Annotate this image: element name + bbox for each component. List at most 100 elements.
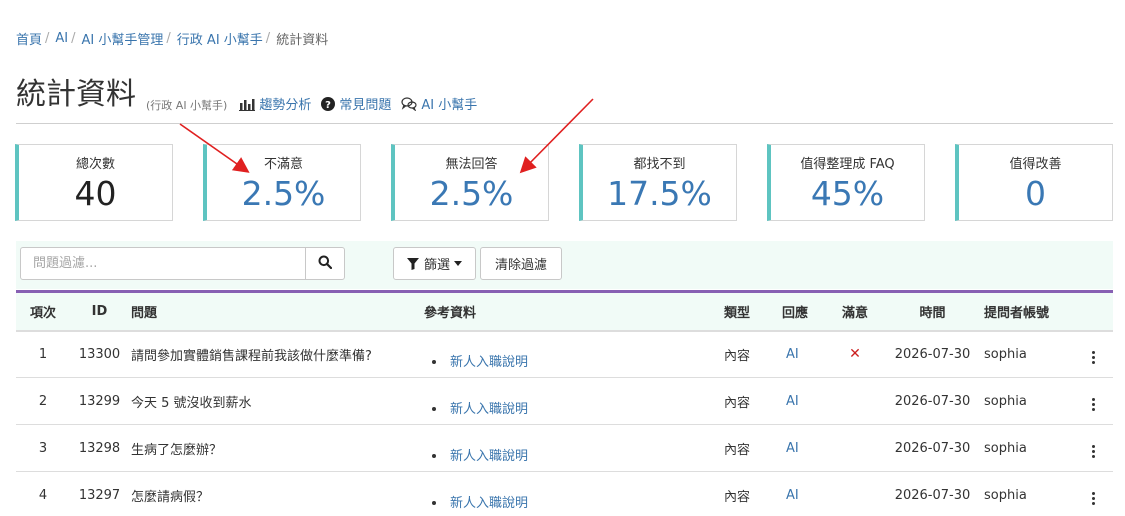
col-header-actions <box>1073 291 1113 332</box>
page-title: 統計資料 <box>16 77 136 112</box>
bullet-icon <box>432 360 436 365</box>
bar-chart-icon <box>239 97 256 111</box>
table-row[interactable]: 3 13298 生病了怎麼辦？ 新人入職說明 內容 AI 2026-07-30 … <box>16 424 1113 472</box>
breadcrumb-ai[interactable]: AI <box>55 31 68 46</box>
cell-user: sophia <box>982 330 1073 378</box>
cell-question: 今天 5 號沒收到薪水 <box>129 377 422 425</box>
cell-reference: 新人入職說明 <box>422 377 722 425</box>
cell-type: 內容 <box>722 424 774 472</box>
bullet-icon <box>432 454 436 458</box>
row-menu-icon[interactable] <box>1088 396 1099 413</box>
table-row[interactable]: 2 13299 今天 5 號沒收到薪水 新人入職說明 內容 AI 2026-07… <box>16 377 1113 425</box>
breadcrumb-ai-assistant-management[interactable]: AI 小幫手管理 <box>82 29 164 48</box>
stat-card-faq-worthy[interactable]: 值得整理成 FAQ 45% <box>767 144 925 221</box>
reference-link[interactable]: 新人入職說明 <box>450 355 528 370</box>
search-icon <box>318 254 333 273</box>
breadcrumb: 首頁 / AI / AI 小幫手管理 / 行政 AI 小幫手 / 統計資料 <box>16 29 329 48</box>
questions-table: 項次 ID 問題 參考資料 類型 回應 滿意 時間 提問者帳號 1 13300 … <box>16 290 1113 516</box>
col-header-response: 回應 <box>774 291 827 332</box>
stat-card-needs-improvement[interactable]: 值得改善 0 <box>955 144 1113 221</box>
caret-down-icon <box>454 261 462 266</box>
cell-type: 內容 <box>722 471 774 516</box>
cell-question: 怎麼請病假？ <box>129 471 422 516</box>
col-header-reference: 參考資料 <box>422 291 722 332</box>
cell-user: sophia <box>982 377 1073 425</box>
col-header-id: ID <box>70 291 129 332</box>
bullet-icon <box>432 501 436 505</box>
cell-type: 內容 <box>722 330 774 378</box>
chat-bubbles-icon <box>401 96 417 111</box>
cell-satisfied <box>827 377 883 425</box>
stat-card-not-found[interactable]: 都找不到 17.5% <box>579 144 737 221</box>
col-header-type: 類型 <box>722 291 774 332</box>
filter-dropdown-button[interactable]: 篩選 <box>393 247 476 280</box>
cell-type: 內容 <box>722 377 774 425</box>
cell-question: 請問參加實體銷售課程前我該做什麼準備? <box>129 330 422 378</box>
search-group <box>20 247 345 280</box>
stat-card-total: 總次數 40 <box>15 144 173 221</box>
question-circle-icon: ? <box>321 96 336 111</box>
question-filter-input[interactable] <box>21 248 305 279</box>
cell-response[interactable]: AI <box>774 424 827 472</box>
cell-response[interactable]: AI <box>774 471 827 516</box>
reference-link[interactable]: 新人入職說明 <box>450 402 528 417</box>
stat-card-unsatisfied[interactable]: 不滿意 2.5% <box>203 144 361 221</box>
col-header-time: 時間 <box>883 291 982 332</box>
trend-analysis-link[interactable]: 趨勢分析 <box>239 94 311 113</box>
col-header-question: 問題 <box>129 291 422 332</box>
breadcrumb-home[interactable]: 首頁 <box>16 29 42 48</box>
cell-reference: 新人入職說明 <box>422 330 722 378</box>
col-header-index: 項次 <box>16 291 70 332</box>
cell-reference: 新人入職說明 <box>422 424 722 472</box>
unsatisfied-x-icon: ✕ <box>827 330 883 378</box>
breadcrumb-admin-ai-assistant[interactable]: 行政 AI 小幫手 <box>177 29 263 48</box>
filter-label: 篩選 <box>423 258 450 273</box>
col-header-satisfied: 滿意 <box>827 291 883 332</box>
stat-label: 值得整理成 FAQ <box>800 157 895 172</box>
stat-value: 45% <box>810 174 885 213</box>
faq-label: 常見問題 <box>339 98 392 113</box>
cell-id: 13300 <box>70 330 129 378</box>
page-subtitle: (行政 AI 小幫手) <box>146 99 228 112</box>
cell-index: 4 <box>16 471 70 516</box>
cell-id: 13299 <box>70 377 129 425</box>
stat-value: 2.5% <box>241 174 326 213</box>
stat-value: 0 <box>1025 174 1046 213</box>
cell-time: 2026-07-30 <box>883 330 982 378</box>
filter-icon <box>406 257 419 270</box>
cell-time: 2026-07-30 <box>883 377 982 425</box>
faq-link[interactable]: ? 常見問題 <box>321 94 391 113</box>
row-menu-icon[interactable] <box>1088 490 1099 507</box>
reference-link[interactable]: 新人入職說明 <box>450 449 528 464</box>
cell-response[interactable]: AI <box>774 330 827 378</box>
cell-time: 2026-07-30 <box>883 471 982 516</box>
stat-value: 2.5% <box>429 174 514 213</box>
stat-value: 40 <box>74 174 117 213</box>
cell-user: sophia <box>982 424 1073 472</box>
stat-label: 值得改善 <box>1009 157 1062 172</box>
trend-analysis-label: 趨勢分析 <box>259 98 312 113</box>
page-header: 統計資料 (行政 AI 小幫手) 趨勢分析 ? 常見問題 AI 小幫手 <box>16 76 1113 124</box>
stat-card-unanswerable[interactable]: 無法回答 2.5% <box>391 144 549 221</box>
search-button[interactable] <box>305 248 344 279</box>
cell-index: 1 <box>16 330 70 378</box>
cell-index: 3 <box>16 424 70 472</box>
svg-text:?: ? <box>325 100 331 111</box>
col-header-user: 提問者帳號 <box>982 291 1073 332</box>
ai-assistant-link[interactable]: AI 小幫手 <box>401 94 477 113</box>
stat-value: 17.5% <box>607 174 712 213</box>
cell-response[interactable]: AI <box>774 377 827 425</box>
table-row[interactable]: 1 13300 請問參加實體銷售課程前我該做什麼準備? 新人入職說明 內容 AI… <box>16 330 1113 378</box>
cell-id: 13298 <box>70 424 129 472</box>
cell-index: 2 <box>16 377 70 425</box>
cell-question: 生病了怎麼辦？ <box>129 424 422 472</box>
row-menu-icon[interactable] <box>1088 443 1099 460</box>
cell-satisfied <box>827 471 883 516</box>
row-menu-icon[interactable] <box>1088 349 1099 366</box>
table-header-row: 項次 ID 問題 參考資料 類型 回應 滿意 時間 提問者帳號 <box>16 291 1113 332</box>
reference-link[interactable]: 新人入職說明 <box>450 496 528 511</box>
ai-assistant-label: AI 小幫手 <box>421 98 478 113</box>
table-row[interactable]: 4 13297 怎麼請病假？ 新人入職說明 內容 AI 2026-07-30 s… <box>16 471 1113 516</box>
filter-bar: 篩選 清除過濾 <box>16 241 1113 289</box>
clear-filter-button[interactable]: 清除過濾 <box>480 247 562 280</box>
